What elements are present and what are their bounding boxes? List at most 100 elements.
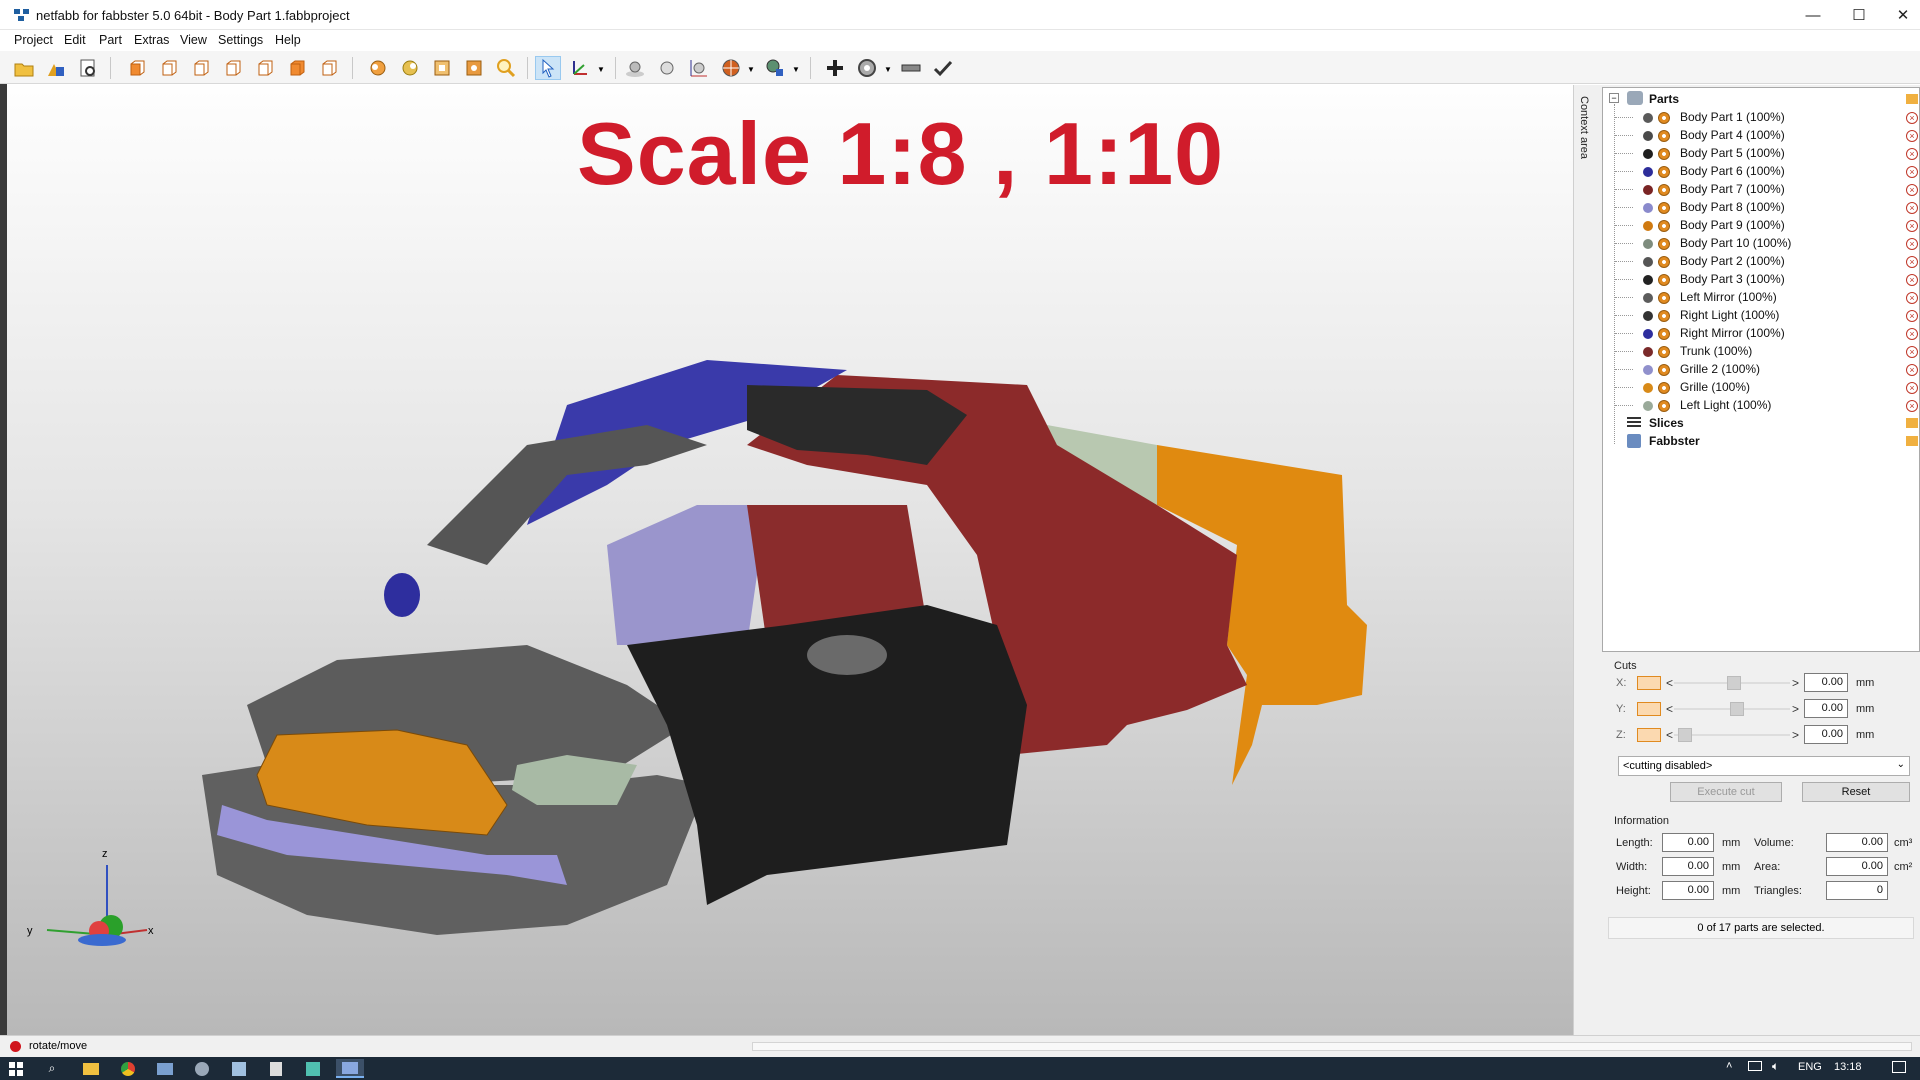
remove-part-icon[interactable]: × [1906,382,1918,394]
visibility-icon[interactable] [1658,274,1670,286]
pan-view-button[interactable] [397,56,423,80]
execute-cut-button[interactable]: Execute cut [1670,782,1782,802]
visibility-icon[interactable] [1658,328,1670,340]
remove-part-icon[interactable]: × [1906,364,1918,376]
tree-item-part[interactable]: Body Part 8 (100%) × [1603,198,1919,216]
cut-x-increase[interactable]: > [1792,676,1799,690]
network-icon[interactable] [1748,1061,1762,1071]
chevron-up-icon[interactable]: ˄ [1726,1060,1732,1072]
remove-part-icon[interactable]: × [1906,184,1918,196]
menu-edit[interactable]: Edit [64,33,86,47]
visibility-icon[interactable] [1658,184,1670,196]
remove-part-icon[interactable]: × [1906,130,1918,142]
view-left-button[interactable] [188,56,214,80]
remove-part-icon[interactable]: × [1906,346,1918,358]
remove-part-icon[interactable]: × [1906,166,1918,178]
tree-item-fabbster[interactable]: Fabbster [1603,432,1919,450]
notifications-icon[interactable] [1892,1061,1906,1073]
visibility-icon[interactable] [1658,148,1670,160]
view-bottom-button[interactable] [284,56,310,80]
view-iso-button[interactable] [316,56,342,80]
remove-part-icon[interactable]: × [1906,328,1918,340]
zoom-button[interactable] [493,56,519,80]
left-mirror-part[interactable] [807,635,887,675]
move-tool-button[interactable] [567,56,593,80]
visibility-icon[interactable] [1658,382,1670,394]
visibility-icon[interactable] [1658,310,1670,322]
visibility-icon[interactable] [1658,400,1670,412]
taskbar-app-7[interactable] [299,1059,327,1078]
tree-root-parts[interactable]: − Parts [1603,90,1919,108]
cut-y-increase[interactable]: > [1792,702,1799,716]
print-preview-button[interactable] [75,56,101,80]
add-button[interactable] [822,56,848,80]
visibility-icon[interactable] [1658,364,1670,376]
minimize-button[interactable]: — [1790,0,1836,30]
tree-item-part[interactable]: Body Part 3 (100%) × [1603,270,1919,288]
visibility-icon[interactable] [1658,292,1670,304]
open-project-button[interactable] [11,56,37,80]
menu-help[interactable]: Help [275,33,301,47]
taskbar-explorer[interactable] [77,1059,105,1078]
remove-part-icon[interactable]: × [1906,310,1918,322]
search-icon[interactable]: ⌕ [38,1059,66,1078]
visibility-icon[interactable] [1658,238,1670,250]
align-button[interactable] [654,56,680,80]
cut-z-slider-thumb[interactable] [1678,728,1693,742]
taskbar-netfabb[interactable] [336,1059,364,1078]
remove-part-icon[interactable]: × [1906,274,1918,286]
remove-part-icon[interactable]: × [1906,112,1918,124]
tree-item-slices[interactable]: Slices [1603,414,1919,432]
tree-item-part[interactable]: Body Part 4 (100%) × [1603,126,1919,144]
close-button[interactable]: ✕ [1880,0,1920,30]
view-right-button[interactable] [220,56,246,80]
truck-model[interactable] [7,85,1573,1035]
view-back-button[interactable] [156,56,182,80]
tree-item-part[interactable]: Right Mirror (100%) × [1603,324,1919,342]
cut-y-decrease[interactable]: < [1666,702,1673,716]
visibility-icon[interactable] [1658,130,1670,142]
3d-viewport[interactable]: Scale 1:8 , 1:10 z y x [7,85,1573,1035]
cutting-mode-select[interactable]: <cutting disabled> ⌄ [1618,756,1910,776]
remove-part-icon[interactable]: × [1906,202,1918,214]
support-button[interactable] [854,56,880,80]
taskbar-app-3[interactable] [151,1059,179,1078]
right-mirror-part[interactable] [384,573,420,617]
clock[interactable]: 13:18 [1834,1061,1862,1073]
remove-part-icon[interactable]: × [1906,292,1918,304]
menu-extras[interactable]: Extras [134,33,169,47]
cut-z-toggle[interactable] [1637,728,1661,742]
add-part-button[interactable] [43,56,69,80]
zoom-extents-button[interactable] [429,56,455,80]
tree-item-part[interactable]: Body Part 7 (100%) × [1603,180,1919,198]
cut-x-value[interactable]: 0.00 [1804,673,1848,692]
tree-item-part[interactable]: Body Part 1 (100%) × [1603,108,1919,126]
taskbar-calculator[interactable] [262,1059,290,1078]
collapse-icon[interactable]: − [1609,93,1619,103]
remove-part-icon[interactable]: × [1906,220,1918,232]
cut-x-decrease[interactable]: < [1666,676,1673,690]
maximize-button[interactable]: ☐ [1836,0,1882,30]
folder-icon[interactable] [1906,94,1918,104]
menu-view[interactable]: View [180,33,207,47]
place-on-platform-button[interactable] [622,56,648,80]
remove-part-icon[interactable]: × [1906,400,1918,412]
body-part-8[interactable] [607,505,767,645]
chevron-down-icon[interactable]: ▼ [747,65,755,74]
tree-item-part[interactable]: Grille (100%) × [1603,378,1919,396]
cut-z-value[interactable]: 0.00 [1804,725,1848,744]
tree-item-part[interactable]: Trunk (100%) × [1603,342,1919,360]
folder-icon[interactable] [1906,418,1918,428]
menu-settings[interactable]: Settings [218,33,263,47]
chevron-down-icon[interactable]: ▼ [792,65,800,74]
color-mode-button[interactable] [718,56,744,80]
view-top-button[interactable] [252,56,278,80]
remove-part-icon[interactable]: × [1906,256,1918,268]
folder-icon[interactable] [1906,436,1918,446]
tree-item-part[interactable]: Body Part 9 (100%) × [1603,216,1919,234]
measure-button[interactable] [898,56,924,80]
visibility-icon[interactable] [1658,202,1670,214]
chevron-down-icon[interactable]: ▼ [884,65,892,74]
scale-button[interactable] [686,56,712,80]
chevron-down-icon[interactable]: ▼ [597,65,605,74]
